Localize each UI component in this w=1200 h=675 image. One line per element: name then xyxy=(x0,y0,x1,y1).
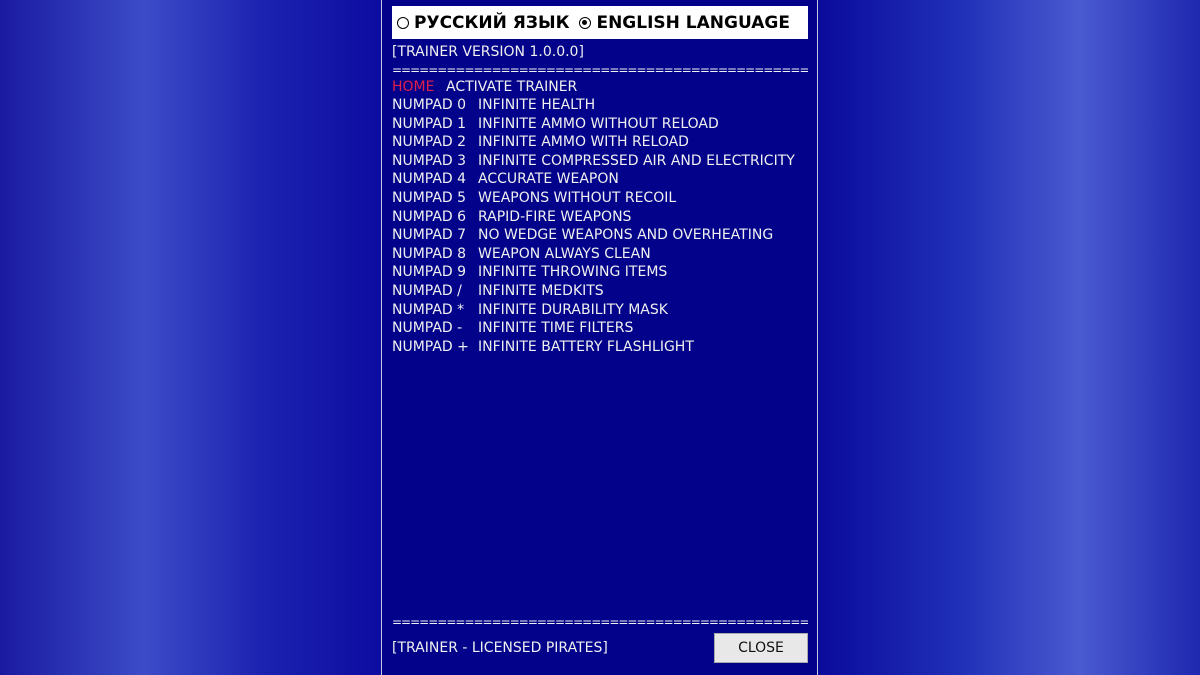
hotkey-key: NUMPAD 7 xyxy=(392,227,467,244)
hotkey-label: INFINITE DURABILITY MASK xyxy=(478,301,668,318)
hotkey-row: NUMPAD 6 RAPID-FIRE WEAPONS xyxy=(392,208,631,226)
radio-off-icon xyxy=(397,16,409,29)
hotkey-label: INFINITE BATTERY FLASHLIGHT xyxy=(478,338,694,355)
hotkey-row: NUMPAD 5 WEAPONS WITHOUT RECOIL xyxy=(392,189,676,207)
hotkey-row: NUMPAD * INFINITE DURABILITY MASK xyxy=(392,301,668,319)
hotkey-row: NUMPAD + INFINITE BATTERY FLASHLIGHT xyxy=(392,338,694,356)
hotkey-key: NUMPAD 9 xyxy=(392,264,467,281)
hotkey-key: NUMPAD 0 xyxy=(392,97,467,113)
hotkey-label: ACTIVATE TRAINER xyxy=(446,79,578,95)
hotkey-row: NUMPAD 4 ACCURATE WEAPON xyxy=(392,170,619,188)
radio-english-label: ENGLISH LANGUAGE xyxy=(596,12,790,33)
hotkey-key: NUMPAD / xyxy=(392,283,462,299)
hotkey-key: NUMPAD 5 xyxy=(392,190,467,206)
hotkey-label: NO WEDGE WEAPONS AND OVERHEATING xyxy=(478,227,774,244)
hotkey-key: NUMPAD 3 xyxy=(392,152,467,169)
hotkey-label: WEAPON ALWAYS CLEAN xyxy=(478,245,651,262)
hotkey-label: INFINITE COMPRESSED AIR AND ELECTRICITY xyxy=(478,152,795,169)
hotkey-row: NUMPAD - INFINITE TIME FILTERS xyxy=(392,319,633,337)
hotkey-row: NUMPAD 8 WEAPON ALWAYS CLEAN xyxy=(392,245,651,263)
hotkey-label: INFINITE HEALTH xyxy=(478,97,596,113)
hotkey-key: HOME xyxy=(392,79,435,95)
hotkey-label: INFINITE AMMO WITH RELOAD xyxy=(478,134,689,151)
hotkey-key: NUMPAD 6 xyxy=(392,208,467,225)
hotkey-row: NUMPAD 3 INFINITE COMPRESSED AIR AND ELEC… xyxy=(392,152,795,170)
close-button[interactable]: CLOSE xyxy=(714,633,808,663)
separator-top: ========================================… xyxy=(392,67,808,75)
hotkey-row: NUMPAD 9 INFINITE THROWING ITEMS xyxy=(392,263,667,281)
hotkey-key: NUMPAD - xyxy=(392,320,463,337)
radio-english[interactable]: ENGLISH LANGUAGE xyxy=(579,13,790,33)
hotkey-home: HOME ACTIVATE TRAINER xyxy=(392,78,577,96)
hotkey-key: NUMPAD + xyxy=(392,338,469,355)
hotkey-label: INFINITE THROWING ITEMS xyxy=(478,264,668,281)
hotkey-key: NUMPAD 8 xyxy=(392,245,467,262)
radio-on-icon xyxy=(579,16,592,29)
hotkey-key: NUMPAD 4 xyxy=(392,171,467,188)
hotkey-label: INFINITE TIME FILTERS xyxy=(478,320,634,337)
radio-russian[interactable]: РУССКИЙ ЯЗЫК xyxy=(397,13,569,33)
hotkey-row: NUMPAD / INFINITE MEDKITS xyxy=(392,282,604,300)
radio-russian-label: РУССКИЙ ЯЗЫК xyxy=(414,12,570,33)
hotkey-row: NUMPAD 1 INFINITE AMMO WITHOUT RELOAD xyxy=(392,115,719,133)
hotkey-key: NUMPAD * xyxy=(392,301,465,318)
hotkey-key: NUMPAD 2 xyxy=(392,134,467,151)
separator-bottom: ========================================… xyxy=(392,619,808,627)
language-selector: РУССКИЙ ЯЗЫК ENGLISH LANGUAGE xyxy=(392,6,808,39)
hotkey-row: NUMPAD 7 NO WEDGE WEAPONS AND OVERHEATING xyxy=(392,226,773,244)
hotkey-label: INFINITE MEDKITS xyxy=(478,283,604,299)
hotkey-label: INFINITE AMMO WITHOUT RELOAD xyxy=(478,115,719,132)
trainer-window: РУССКИЙ ЯЗЫК ENGLISH LANGUAGE [TRAINER V… xyxy=(381,0,818,675)
hotkey-label: WEAPONS WITHOUT RECOIL xyxy=(478,190,677,206)
hotkey-row: NUMPAD 2 INFINITE AMMO WITH RELOAD xyxy=(392,133,689,151)
hotkey-row: NUMPAD 0 INFINITE HEALTH xyxy=(392,96,595,114)
hotkey-label: RAPID-FIRE WEAPONS xyxy=(478,208,632,225)
footer-label: [TRAINER - LICENSED PIRATES] xyxy=(392,640,608,656)
version-label: [TRAINER VERSION 1.0.0.0] xyxy=(392,44,584,60)
hotkey-label: ACCURATE WEAPON xyxy=(478,171,619,188)
hotkey-key: NUMPAD 1 xyxy=(392,115,467,132)
